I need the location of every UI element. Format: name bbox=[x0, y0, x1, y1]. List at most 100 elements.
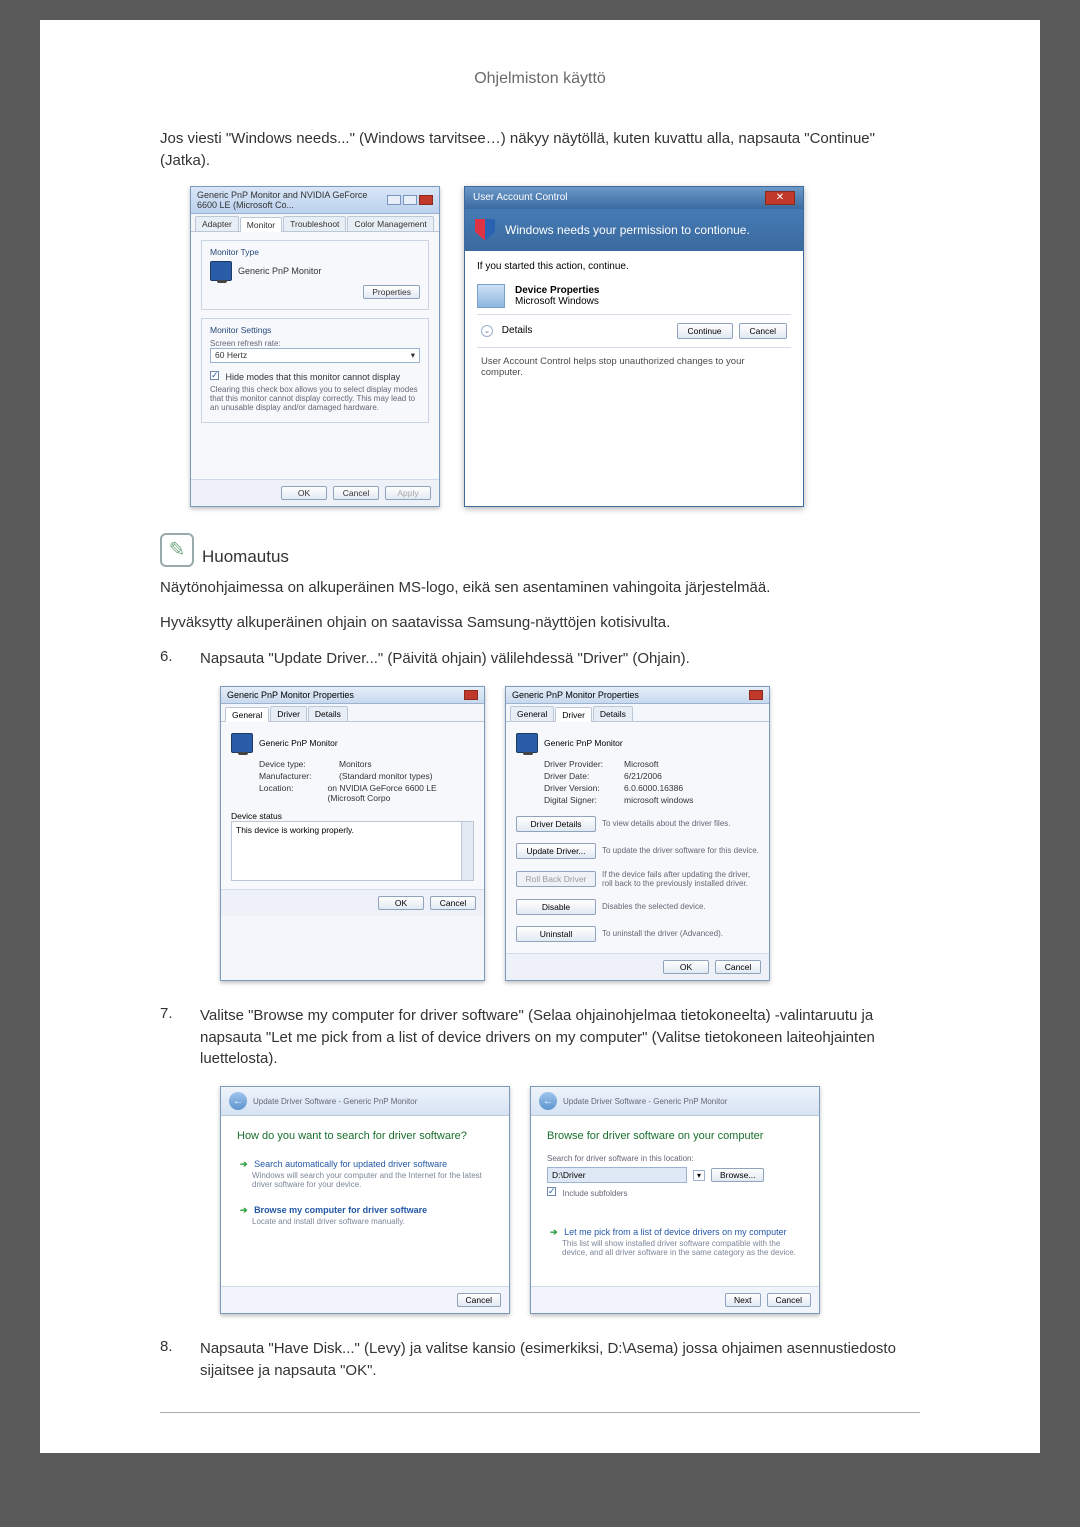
option-main: Let me pick from a list of device driver… bbox=[564, 1227, 787, 1237]
chevron-down-icon: ▾ bbox=[411, 350, 415, 361]
monitor-type-label: Monitor Type bbox=[210, 247, 420, 257]
update-driver-button[interactable]: Update Driver... bbox=[516, 843, 596, 859]
tab-driver[interactable]: Driver bbox=[555, 707, 592, 722]
tab-color-management[interactable]: Color Management bbox=[347, 216, 433, 231]
rollback-driver-button[interactable]: Roll Back Driver bbox=[516, 871, 596, 887]
tab-monitor[interactable]: Monitor bbox=[240, 217, 282, 232]
option-browse-my-computer[interactable]: ➔ Browse my computer for driver software… bbox=[237, 1200, 493, 1231]
cancel-button[interactable]: Cancel bbox=[430, 896, 476, 910]
ok-button[interactable]: OK bbox=[378, 896, 424, 910]
minimize-icon[interactable] bbox=[387, 195, 401, 205]
device-name: Generic PnP Monitor bbox=[544, 738, 623, 748]
tab-adapter[interactable]: Adapter bbox=[195, 216, 239, 231]
cancel-button[interactable]: Cancel bbox=[767, 1293, 811, 1307]
dialog-title: Generic PnP Monitor Properties bbox=[227, 690, 354, 700]
chevron-down-icon[interactable]: ▾ bbox=[693, 1170, 705, 1181]
monitor-icon bbox=[516, 733, 538, 753]
monitor-settings-label: Monitor Settings bbox=[210, 325, 420, 335]
tab-details[interactable]: Details bbox=[308, 706, 348, 721]
device-status-textarea: This device is working properly. bbox=[231, 821, 474, 881]
close-icon[interactable] bbox=[464, 690, 478, 700]
include-subfolders-checkbox[interactable] bbox=[547, 1187, 556, 1196]
step-8-text: Napsauta "Have Disk..." (Levy) ja valits… bbox=[200, 1338, 920, 1382]
manufacturer-value: (Standard monitor types) bbox=[339, 771, 433, 781]
scrollbar[interactable] bbox=[461, 822, 473, 880]
properties-driver-dialog: Generic PnP Monitor Properties General D… bbox=[505, 686, 770, 981]
driver-details-button[interactable]: Driver Details bbox=[516, 816, 596, 832]
uac-dialog: User Account Control ✕ Windows needs you… bbox=[464, 186, 804, 507]
option-let-me-pick[interactable]: ➔ Let me pick from a list of device driv… bbox=[547, 1222, 803, 1262]
signer-label: Digital Signer: bbox=[544, 795, 616, 805]
back-icon[interactable]: ← bbox=[539, 1092, 557, 1110]
date-value: 6/21/2006 bbox=[624, 771, 662, 781]
monitor-icon bbox=[210, 261, 232, 281]
chevron-down-icon[interactable]: ⌄ bbox=[481, 325, 493, 337]
details-toggle[interactable]: Details bbox=[502, 325, 533, 336]
uac-publisher: Microsoft Windows bbox=[515, 296, 600, 307]
update-driver-wizard-search: ← Update Driver Software - Generic PnP M… bbox=[220, 1086, 510, 1314]
note-paragraph-2: Hyväksytty alkuperäinen ohjain on saatav… bbox=[160, 612, 920, 634]
tab-driver[interactable]: Driver bbox=[270, 706, 307, 721]
step-6-text: Napsauta "Update Driver..." (Päivitä ohj… bbox=[200, 648, 920, 670]
option-search-automatically[interactable]: ➔ Search automatically for updated drive… bbox=[237, 1154, 493, 1194]
divider bbox=[160, 1412, 920, 1413]
hide-modes-label: Hide modes that this monitor cannot disp… bbox=[226, 372, 401, 382]
cancel-button[interactable]: Cancel bbox=[333, 486, 379, 500]
close-icon[interactable] bbox=[749, 690, 763, 700]
disable-button[interactable]: Disable bbox=[516, 899, 596, 915]
properties-general-dialog: Generic PnP Monitor Properties General D… bbox=[220, 686, 485, 981]
option-sub: This list will show installed driver sof… bbox=[562, 1239, 800, 1257]
option-main: Search automatically for updated driver … bbox=[254, 1159, 447, 1169]
maximize-icon[interactable] bbox=[403, 195, 417, 205]
note-icon: ✎ bbox=[160, 533, 194, 567]
uac-app-name: Device Properties bbox=[515, 285, 600, 296]
browse-button[interactable]: Browse... bbox=[711, 1168, 764, 1182]
step-number: 6. bbox=[160, 648, 184, 670]
apply-button[interactable]: Apply bbox=[385, 486, 431, 500]
breadcrumb: Update Driver Software - Generic PnP Mon… bbox=[253, 1097, 417, 1106]
cancel-button[interactable]: Cancel bbox=[739, 323, 787, 339]
close-icon[interactable] bbox=[419, 195, 433, 205]
uac-title: User Account Control bbox=[473, 192, 568, 203]
tab-general[interactable]: General bbox=[510, 706, 554, 721]
refresh-rate-value: 60 Hertz bbox=[215, 350, 247, 361]
app-icon bbox=[477, 284, 505, 308]
device-type-value: Monitors bbox=[339, 759, 372, 769]
uninstall-desc: To uninstall the driver (Advanced). bbox=[602, 929, 759, 938]
continue-button[interactable]: Continue bbox=[677, 323, 733, 339]
next-button[interactable]: Next bbox=[725, 1293, 760, 1307]
ok-button[interactable]: OK bbox=[281, 486, 327, 500]
rollback-driver-desc: If the device fails after updating the d… bbox=[602, 870, 759, 888]
page-title: Ohjelmiston käyttö bbox=[160, 70, 920, 88]
close-icon[interactable]: ✕ bbox=[765, 191, 795, 205]
arrow-icon: ➔ bbox=[240, 1205, 248, 1215]
device-name: Generic PnP Monitor bbox=[259, 738, 338, 748]
update-driver-desc: To update the driver software for this d… bbox=[602, 846, 759, 855]
refresh-rate-select[interactable]: 60 Hertz ▾ bbox=[210, 348, 420, 363]
dialog-title: Generic PnP Monitor Properties bbox=[512, 690, 639, 700]
step-7-text: Valitse "Browse my computer for driver s… bbox=[200, 1005, 920, 1070]
intro-paragraph: Jos viesti "Windows needs..." (Windows t… bbox=[160, 128, 920, 172]
monitor-name: Generic PnP Monitor bbox=[238, 266, 321, 276]
cancel-button[interactable]: Cancel bbox=[715, 960, 761, 974]
cancel-button[interactable]: Cancel bbox=[457, 1293, 501, 1307]
note-title: Huomautus bbox=[202, 547, 289, 567]
tab-details[interactable]: Details bbox=[593, 706, 633, 721]
path-input[interactable]: D:\Driver bbox=[547, 1167, 687, 1183]
tab-troubleshoot[interactable]: Troubleshoot bbox=[283, 216, 346, 231]
back-icon[interactable]: ← bbox=[229, 1092, 247, 1110]
arrow-icon: ➔ bbox=[240, 1159, 248, 1169]
uninstall-button[interactable]: Uninstall bbox=[516, 926, 596, 942]
option-sub: Windows will search your computer and th… bbox=[252, 1171, 490, 1189]
ok-button[interactable]: OK bbox=[663, 960, 709, 974]
step-number: 7. bbox=[160, 1005, 184, 1070]
tab-general[interactable]: General bbox=[225, 707, 269, 722]
properties-button[interactable]: Properties bbox=[363, 285, 420, 299]
hide-modes-checkbox[interactable] bbox=[210, 371, 219, 380]
hide-modes-note: Clearing this check box allows you to se… bbox=[210, 385, 420, 412]
wizard-heading: Browse for driver software on your compu… bbox=[547, 1130, 803, 1142]
wizard-heading: How do you want to search for driver sof… bbox=[237, 1130, 493, 1142]
version-label: Driver Version: bbox=[544, 783, 616, 793]
option-main: Browse my computer for driver software bbox=[254, 1205, 427, 1215]
disable-desc: Disables the selected device. bbox=[602, 902, 759, 911]
